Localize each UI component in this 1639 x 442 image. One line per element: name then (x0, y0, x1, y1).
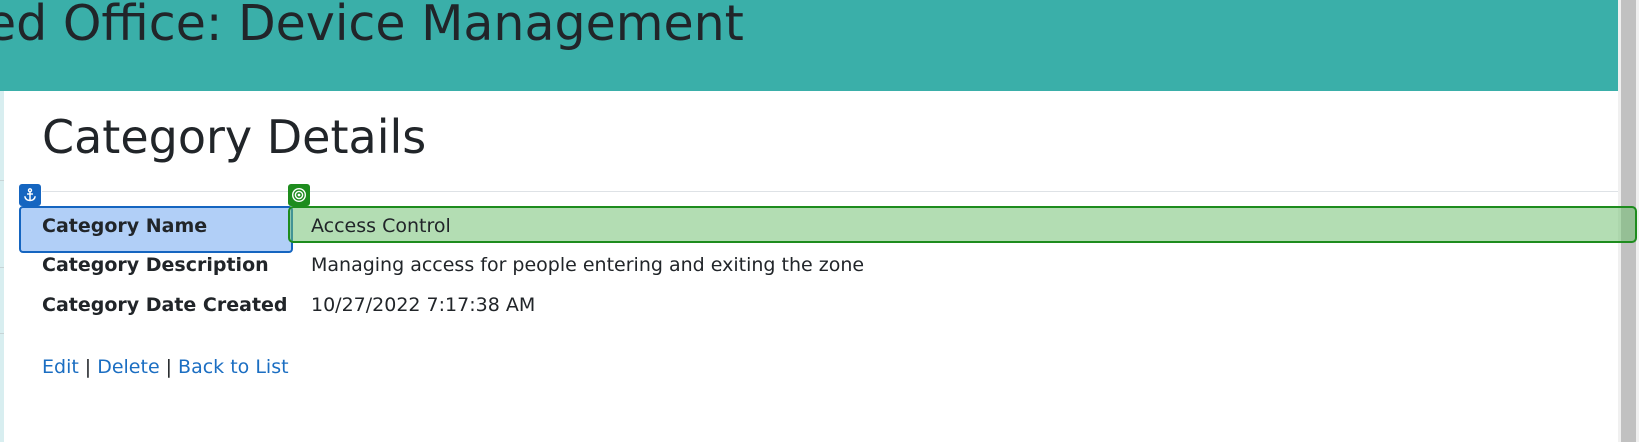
title-divider (42, 191, 1618, 192)
category-name-label: Category Name (42, 215, 208, 237)
site-title: ed Office: Device Management (0, 0, 744, 52)
left-panel-divider (0, 267, 4, 268)
target-icon (288, 184, 310, 206)
left-panel-divider (0, 333, 4, 334)
site-header: ed Office: Device Management (0, 0, 1618, 91)
edit-link[interactable]: Edit (42, 356, 79, 378)
link-separator: | (165, 356, 173, 378)
left-panel-edge (0, 91, 4, 442)
category-description-label: Category Description (42, 254, 269, 276)
anchor-glyph (24, 188, 36, 202)
left-panel-divider (0, 180, 4, 181)
category-date-created-value: 10/27/2022 7:17:38 AM (311, 294, 536, 316)
category-date-created-label: Category Date Created (42, 294, 288, 316)
back-to-list-link[interactable]: Back to List (178, 356, 289, 378)
link-separator: | (84, 356, 92, 378)
page-title: Category Details (42, 110, 427, 164)
target-highlight (288, 206, 1637, 243)
category-description-value: Managing access for people entering and … (311, 254, 865, 276)
anchor-icon (19, 184, 41, 206)
target-glyph (291, 187, 307, 203)
action-links: Edit | Delete | Back to List (42, 355, 289, 379)
category-name-value: Access Control (311, 215, 451, 237)
page: ed Office: Device Management Category De… (0, 0, 1639, 442)
delete-link[interactable]: Delete (97, 356, 159, 378)
